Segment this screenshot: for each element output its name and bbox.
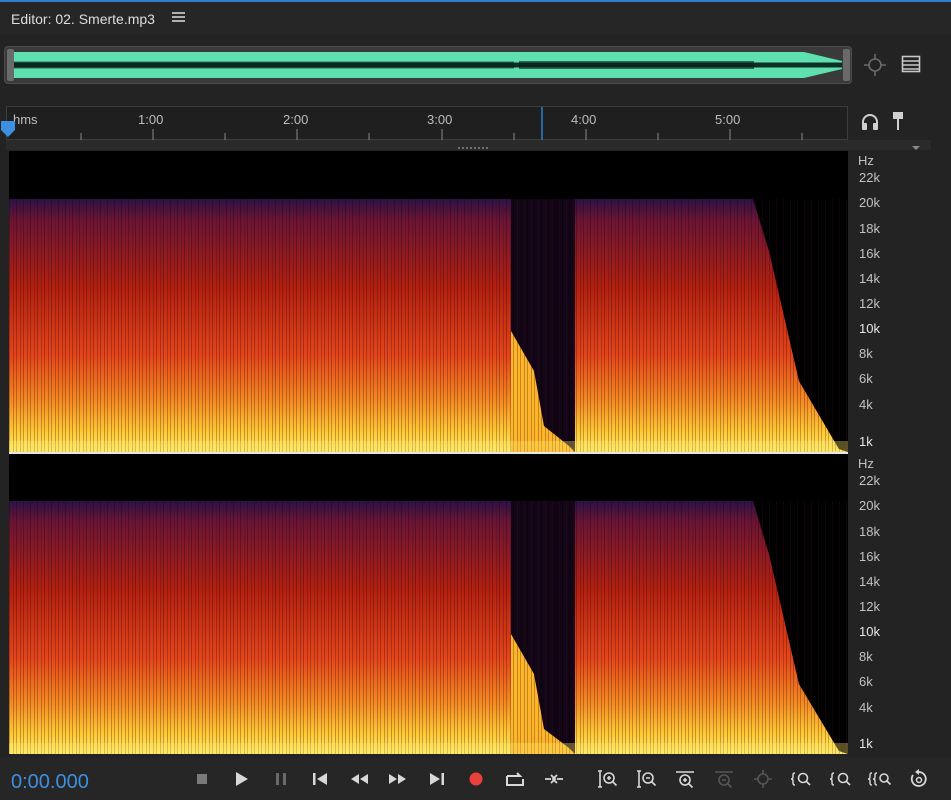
frequency-axis-1: Hz 22k 20k 18k 16k 14k 12k 10k 8k 6k 4k … [852,151,951,452]
pause-icon[interactable] [269,767,293,791]
axis-unit: Hz [858,456,874,471]
play-icon[interactable] [229,767,253,791]
skip-to-end-icon[interactable] [425,767,449,791]
spectrogram-channel-1[interactable] [9,151,848,452]
editor-panel-header: Editor: 02. Smerte.mp3 [0,2,951,34]
zoom-out-time-icon[interactable] [712,767,736,791]
freq-label: 22k [859,473,880,488]
marker-pin-icon[interactable] [890,111,906,131]
freq-label: 6k [859,674,873,689]
freq-label: 14k [859,574,880,589]
zoom-in-at-both-icon[interactable] [868,767,892,791]
freq-label: 10k [859,624,880,639]
timecode-display[interactable]: 0:00.000 [11,771,89,794]
playhead-marker-icon[interactable] [0,120,16,138]
reset-zoom-icon[interactable] [907,767,931,791]
overview-left-handle[interactable] [7,49,14,81]
freq-label: 12k [859,599,880,614]
freq-label: 1k [859,434,873,449]
zoom-in-at-start-icon[interactable] [829,767,853,791]
timeline-ruler[interactable]: hms 1:00 2:00 3:00 4:00 5:00 [6,106,848,141]
freq-label: 12k [859,296,880,311]
freq-label: 4k [859,700,873,715]
freq-label: 14k [859,271,880,286]
axis-unit: Hz [858,153,874,168]
fast-forward-icon[interactable] [386,767,410,791]
freq-label: 18k [859,524,880,539]
zoom-in-time-icon[interactable] [673,767,697,791]
freq-label: 20k [859,498,880,513]
hamburger-menu-icon[interactable] [172,10,185,24]
spectrogram-channel-2[interactable] [9,454,848,754]
panel-resize-strip[interactable] [6,140,931,150]
skip-to-start-icon[interactable] [308,767,332,791]
freq-label: 8k [859,346,873,361]
freq-label: 16k [859,549,880,564]
freq-label: 20k [859,195,880,210]
zoom-out-amplitude-icon[interactable] [634,767,658,791]
freq-label: 22k [859,170,880,185]
freq-label: 6k [859,371,873,386]
freq-label: 8k [859,649,873,664]
ruler-ticks [80,107,803,141]
headphones-icon[interactable] [860,112,880,132]
zoom-to-selection-icon[interactable] [862,52,888,78]
zoom-out-full-icon[interactable] [751,767,775,791]
skip-selection-icon[interactable] [542,767,566,791]
channel-view-icon[interactable] [901,54,921,74]
zoom-in-amplitude-icon[interactable] [595,767,619,791]
frequency-axis-2: Hz 22k 20k 18k 16k 14k 12k 10k 8k 6k 4k … [852,454,951,754]
freq-label: 1k [859,736,873,751]
collapse-arrow-icon [912,146,920,150]
record-icon[interactable] [464,767,488,791]
overview-right-handle[interactable] [843,49,850,81]
overview-waveform [14,52,842,78]
stop-icon[interactable] [190,767,214,791]
freq-label: 16k [859,246,880,261]
overview-navigator[interactable] [4,46,852,84]
transport-bar: 0:00.000 [0,757,951,800]
editor-title: Editor: 02. Smerte.mp3 [11,11,155,27]
freq-label: 10k [859,321,880,336]
freq-label: 18k [859,221,880,236]
rewind-icon[interactable] [347,767,371,791]
zoom-to-selection-icon[interactable] [790,767,814,791]
loop-playback-icon[interactable] [503,767,527,791]
freq-label: 4k [859,397,873,412]
